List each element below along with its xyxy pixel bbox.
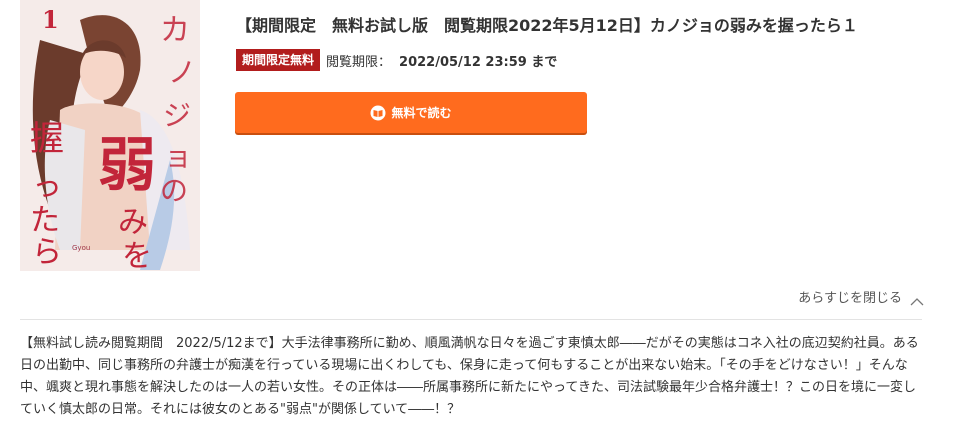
product-title: 【期間限定 無料お試し版 閲覧期限2022年5月12日】カノジョの弱みを握ったら… xyxy=(236,16,858,35)
svg-text:カ: カ xyxy=(160,13,190,48)
svg-text:ジ: ジ xyxy=(163,99,191,132)
svg-text:握: 握 xyxy=(30,119,64,159)
svg-text:を: を xyxy=(122,239,152,271)
synopsis-text: 【無料試し読み閲覧期間 2022/5/12まで】大手法律事務所に勤め、順風満帆な… xyxy=(20,336,919,417)
read-free-label: 無料で読む xyxy=(391,106,452,120)
svg-text:ノ: ノ xyxy=(168,56,196,89)
period-value: 2022/05/12 23:59 まで xyxy=(399,54,558,70)
svg-text:弱: 弱 xyxy=(98,131,156,199)
product-page: 1 カ ノ ジ ョ の 弱 み を 握 っ た ら Gyou 【期間限定 無料お… xyxy=(0,0,966,427)
svg-text:み: み xyxy=(118,205,148,240)
cover-illustration: 1 カ ノ ジ ョ の 弱 み を 握 っ た ら Gyou xyxy=(20,0,200,271)
limited-free-badge: 期間限定無料 xyxy=(236,49,321,71)
svg-text:の: の xyxy=(160,174,188,207)
svg-text:ョ: ョ xyxy=(164,140,192,173)
svg-text:っ: っ xyxy=(32,169,62,204)
campaign-info: 期間限定無料 閲覧期限： 2022/05/12 23:59 まで xyxy=(236,49,557,71)
synopsis-toggle-label: あらすじを閉じる xyxy=(798,291,902,306)
synopsis-divider xyxy=(20,319,922,320)
svg-text:た: た xyxy=(30,203,60,238)
synopsis-toggle[interactable]: あらすじを閉じる xyxy=(798,287,924,306)
period-label: 閲覧期限： xyxy=(326,54,392,70)
cover-volume-number: 1 xyxy=(42,5,59,34)
chevron-up-icon xyxy=(910,292,924,305)
svg-text:ら: ら xyxy=(32,235,62,270)
cover-image[interactable]: 1 カ ノ ジ ョ の 弱 み を 握 っ た ら Gyou xyxy=(20,0,200,271)
cover-author: Gyou xyxy=(72,244,90,252)
read-book-icon xyxy=(370,105,386,121)
read-free-button[interactable]: 無料で読む xyxy=(235,92,587,133)
